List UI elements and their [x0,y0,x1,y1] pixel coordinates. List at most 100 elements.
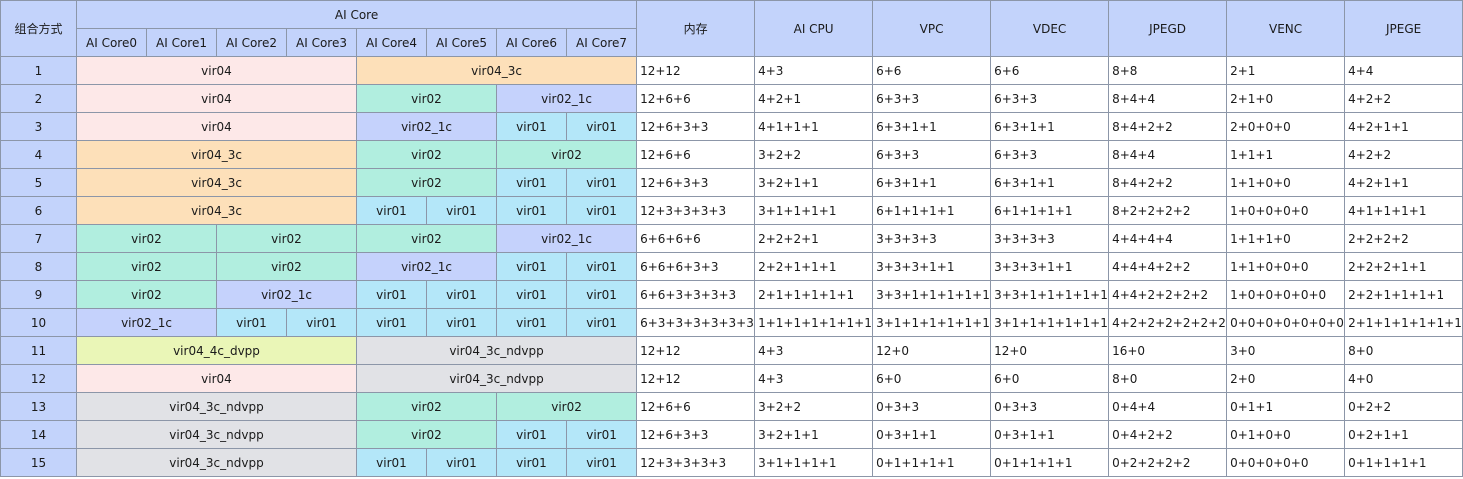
jpegd-cell: 8+4+2+2 [1108,168,1228,197]
header-vdec: VDEC [990,0,1110,57]
core-allocation-cell: vir04_3c_ndvpp [76,392,357,421]
venc-cell: 2+0 [1226,364,1346,393]
jpege-cell: 2+2+1+1+1+1 [1344,280,1463,309]
core-allocation-cell: vir02_1c [356,112,497,141]
core-allocation-cell: vir01 [565,280,638,309]
core-allocation-cell: vir01 [565,252,638,281]
jpege-cell: 4+1+1+1+1 [1344,196,1463,225]
table-body: 1 vir04 vir04_3c 12+12 4+3 6+6 6+6 8+8 2+1 4+4 2 vi… [0,56,1463,477]
vpc-cell: 0+3+1+1 [872,420,992,449]
memory-cell: 12+6+6 [636,140,756,169]
memory-cell: 12+6+3+3 [636,112,756,141]
core-allocation-cell: vir01 [356,308,427,337]
jpege-cell: 4+2+2 [1344,84,1463,113]
memory-cell: 12+3+3+3+3 [636,196,756,225]
vpc-cell: 3+1+1+1+1+1+1 [872,308,992,337]
memory-cell: 12+3+3+3+3 [636,448,756,477]
row-index: 5 [0,168,77,197]
row-index: 4 [0,140,77,169]
jpege-cell: 8+0 [1344,336,1463,365]
header-jpege: JPEGE [1344,0,1463,57]
core-allocation-cell: vir02_1c [495,84,638,113]
header-core-7: AI Core7 [565,28,638,57]
core-allocation-cell: vir01 [565,168,638,197]
memory-cell: 6+6+6+6 [636,224,756,253]
jpege-cell: 0+2+1+1 [1344,420,1463,449]
header-core-4: AI Core4 [356,28,427,57]
table-row: 3 vir04 vir02_1c vir01 vir01 12+6+3+3 4+1+1+1 6… [0,112,1463,141]
core-allocation-cell: vir01 [356,448,427,477]
venc-cell: 0+1+0+0 [1226,420,1346,449]
row-index: 7 [0,224,77,253]
vdec-cell: 3+3+1+1+1+1+1 [990,280,1110,309]
venc-cell: 1+1+0+0+0 [1226,252,1346,281]
ai-cpu-cell: 3+2+1+1 [754,420,874,449]
row-index: 9 [0,280,77,309]
ai-cpu-cell: 3+2+1+1 [754,168,874,197]
core-allocation-cell: vir02 [495,392,638,421]
vpc-cell: 3+3+3+1+1 [872,252,992,281]
ai-cpu-cell: 4+3 [754,364,874,393]
header-core-6: AI Core6 [496,28,567,57]
jpegd-cell: 8+2+2+2+2 [1108,196,1228,225]
jpegd-cell: 4+4+2+2+2+2 [1108,280,1228,309]
table-header: 组合方式 AI Core 内存 AI CPU VPC VDEC JPEGD VE… [0,0,1463,57]
vdec-cell: 3+3+3+3 [990,224,1110,253]
jpege-cell: 4+2+1+1 [1344,112,1463,141]
memory-cell: 12+12 [636,364,756,393]
vdec-cell: 6+3+3 [990,84,1110,113]
header-venc: VENC [1226,0,1346,57]
ai-cpu-cell: 3+1+1+1+1 [754,448,874,477]
core-allocation-cell: vir02 [76,252,217,281]
venc-cell: 1+0+0+0+0+0 [1226,280,1346,309]
row-index: 1 [0,56,77,85]
vpc-cell: 0+3+3 [872,392,992,421]
core-allocation-cell: vir01 [565,308,638,337]
memory-cell: 12+12 [636,336,756,365]
venc-cell: 2+1+0 [1226,84,1346,113]
core-allocation-cell: vir02 [356,140,497,169]
row-index: 13 [0,392,77,421]
table-row: 11 vir04_4c_dvpp vir04_3c_ndvpp 12+12 4+3 12+… [0,336,1463,365]
core-allocation-cell: vir04 [76,84,357,113]
jpege-cell: 4+0 [1344,364,1463,393]
core-allocation-cell: vir01 [426,448,497,477]
memory-cell: 12+6+6 [636,84,756,113]
vdec-cell: 6+3+1+1 [990,112,1110,141]
memory-cell: 6+6+3+3+3+3 [636,280,756,309]
core-allocation-cell: vir01 [286,308,357,337]
jpegd-cell: 8+4+2+2 [1108,112,1228,141]
core-allocation-cell: vir04_3c_ndvpp [76,420,357,449]
row-index: 14 [0,420,77,449]
core-allocation-cell: vir01 [426,280,497,309]
jpege-cell: 4+4 [1344,56,1463,85]
venc-cell: 2+1 [1226,56,1346,85]
vdec-cell: 12+0 [990,336,1110,365]
header-core-3: AI Core3 [286,28,357,57]
core-allocation-cell: vir02 [356,84,497,113]
core-allocation-cell: vir01 [426,308,497,337]
ai-cpu-cell: 4+3 [754,56,874,85]
ai-cpu-cell: 4+2+1 [754,84,874,113]
table-row: 12 vir04 vir04_3c_ndvpp 12+12 4+3 6+0 6+0 8+0 2+… [0,364,1463,393]
vdec-cell: 0+1+1+1+1 [990,448,1110,477]
memory-cell: 12+6+3+3 [636,168,756,197]
core-allocation-cell: vir01 [356,196,427,225]
core-allocation-cell: vir01 [426,196,497,225]
core-allocation-cell: vir04_3c [355,56,638,85]
core-allocation-cell: vir01 [496,448,567,477]
core-allocation-cell: vir04 [76,56,357,85]
table-row: 6 vir04_3c vir01 vir01 vir01 vir01 12+3+3+3+3 3… [0,196,1463,225]
jpegd-cell: 8+4+4 [1108,84,1228,113]
row-index: 10 [0,308,77,337]
row-index: 11 [0,336,77,365]
jpegd-cell: 0+4+4 [1108,392,1228,421]
jpegd-cell: 16+0 [1108,336,1228,365]
vpc-cell: 3+3+3+3 [872,224,992,253]
ai-cpu-cell: 3+2+2 [754,140,874,169]
table-row: 9 vir02 vir02_1c vir01 vir01 vir01 vir01 6+6+3+… [0,280,1463,309]
core-allocation-cell: vir04 [76,364,357,393]
vdec-cell: 3+1+1+1+1+1+1 [990,308,1110,337]
core-allocation-cell: vir02 [76,280,217,309]
jpege-cell: 0+1+1+1+1 [1344,448,1463,477]
